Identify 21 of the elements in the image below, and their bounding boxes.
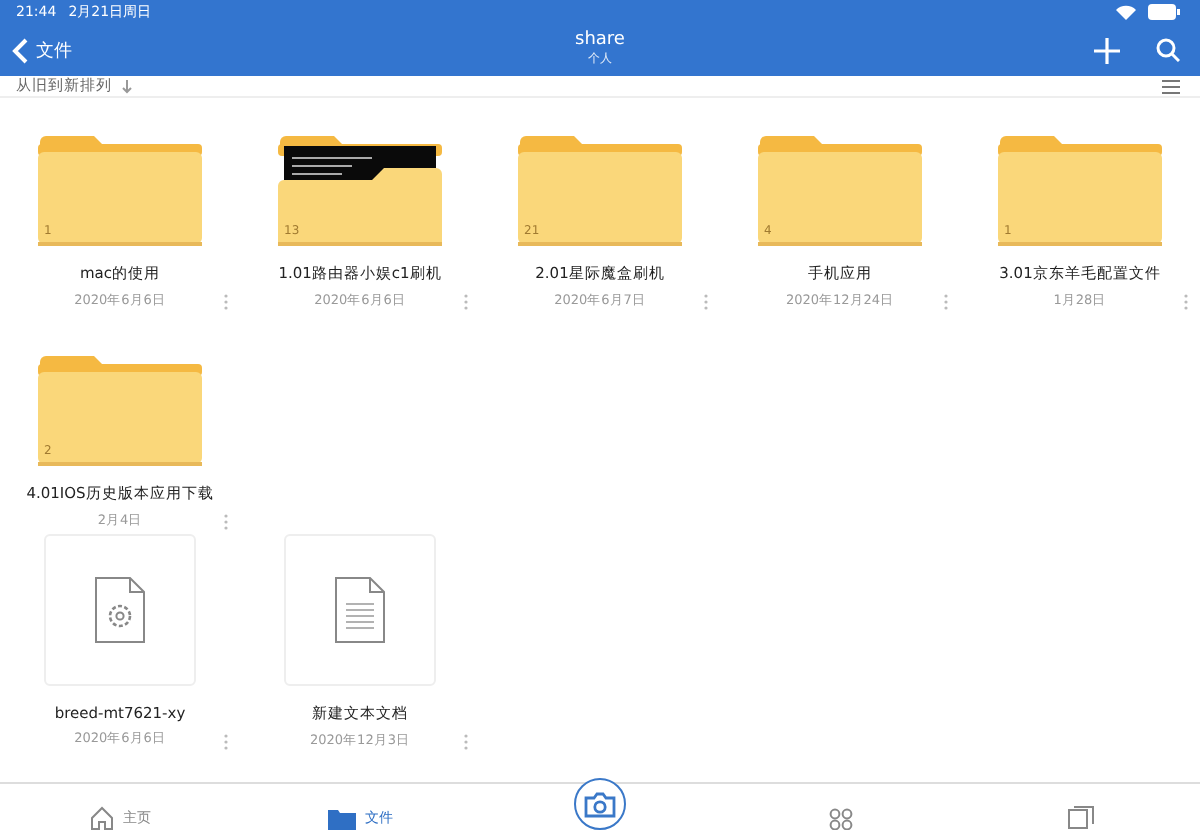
home-icon <box>89 806 113 830</box>
recent-tab[interactable] <box>1063 802 1097 834</box>
add-icon[interactable] <box>1094 37 1120 63</box>
back-chevron-icon <box>12 37 28 63</box>
text-document-icon <box>334 576 386 644</box>
search-icon[interactable] <box>1156 38 1180 62</box>
wifi-icon <box>1116 4 1136 20</box>
grid-icon <box>827 807 853 829</box>
back-button[interactable]: 文件 <box>12 37 72 63</box>
folder-icon[interactable] <box>276 134 444 246</box>
battery-icon <box>1148 4 1180 20</box>
camera-icon <box>584 791 616 817</box>
file-thumbnail[interactable] <box>284 534 436 686</box>
down-arrow-icon[interactable] <box>122 79 132 93</box>
stacked-squares-icon <box>1067 806 1093 830</box>
file-thumbnail[interactable] <box>44 534 196 686</box>
camera-button[interactable] <box>574 778 626 830</box>
list-view-icon[interactable] <box>1162 79 1180 93</box>
gear-document-icon <box>94 576 146 644</box>
window-title: share <box>575 30 625 52</box>
folder-icon <box>327 807 355 829</box>
